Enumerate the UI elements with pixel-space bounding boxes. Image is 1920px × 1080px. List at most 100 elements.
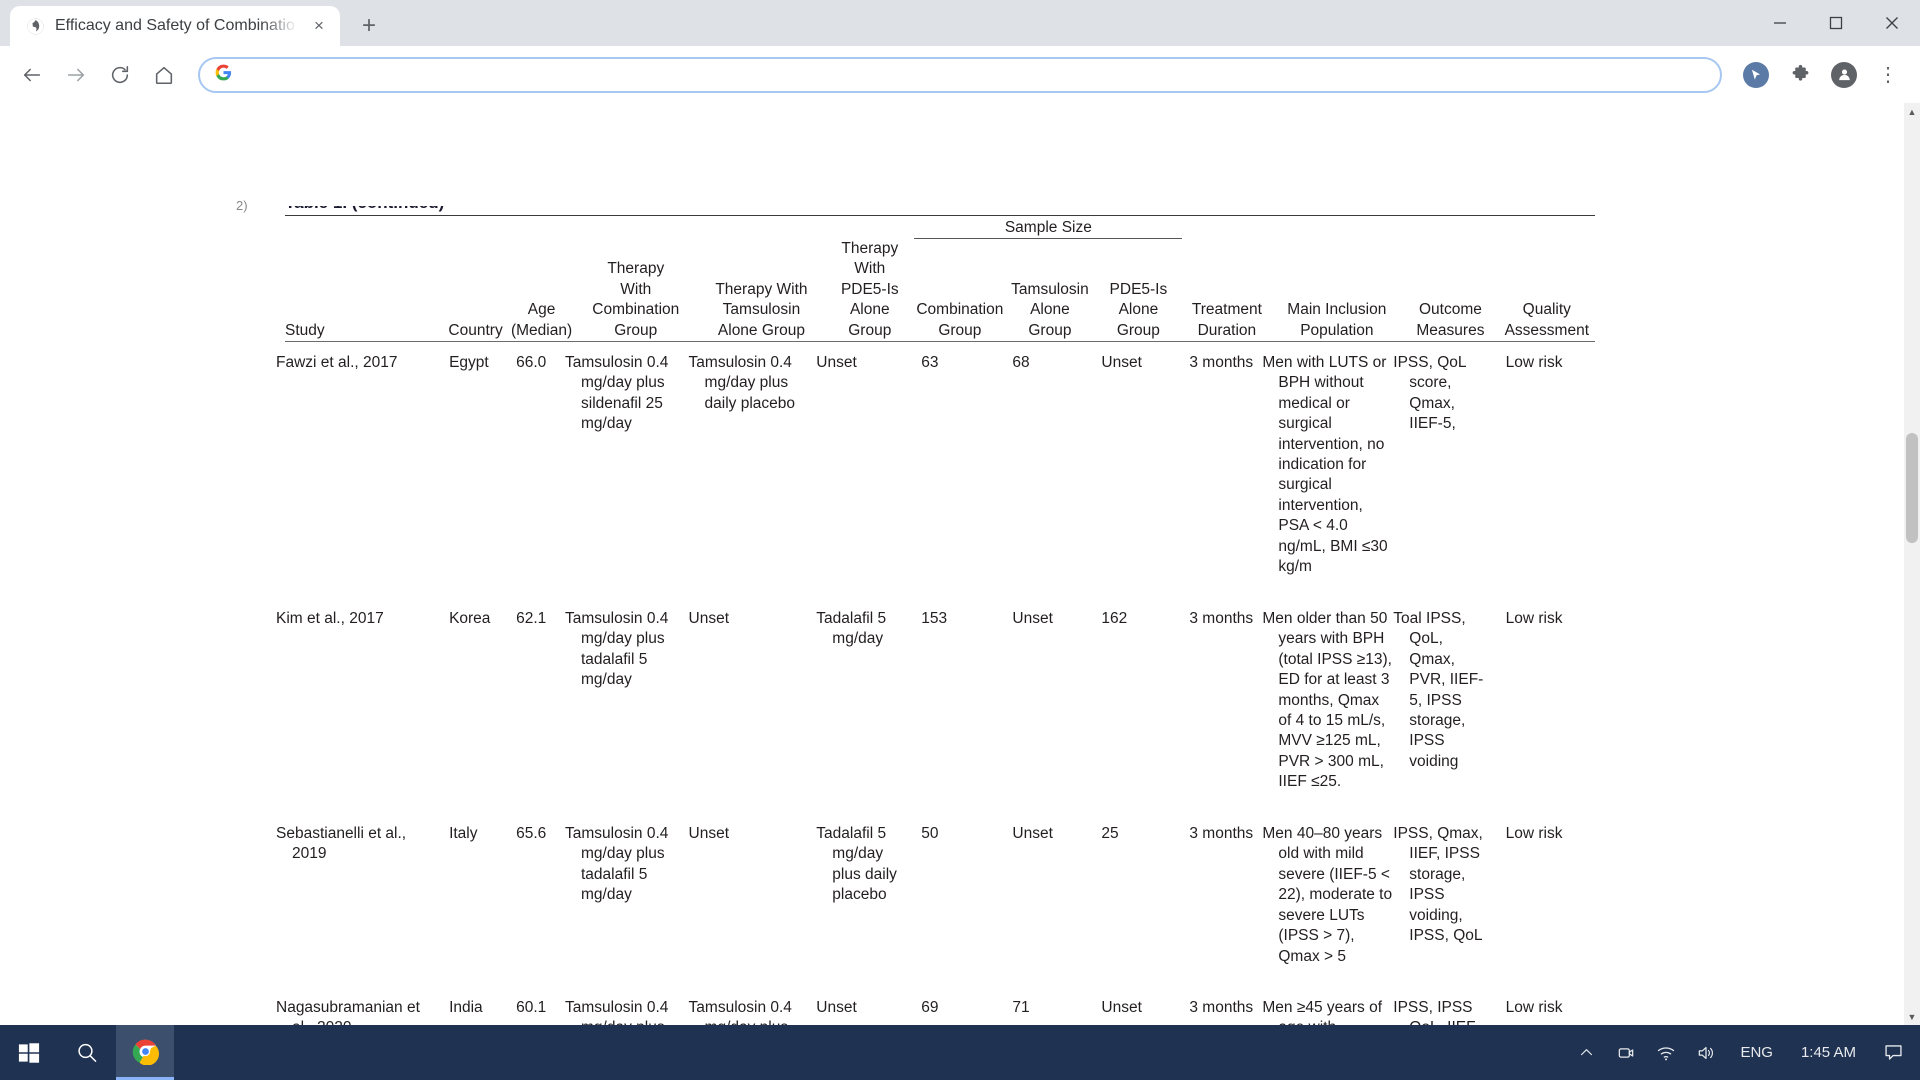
table-row: Sebastianelli et al., 2019 Italy 65.6 Tamsu…: [276, 815, 1595, 967]
header-quality-line1: Quality: [1522, 301, 1571, 319]
study-cell: Sebastianelli et al., 2019: [276, 824, 407, 863]
close-icon[interactable]: ×: [308, 15, 330, 37]
span-header-row: Sample Size: [285, 218, 1595, 239]
notification-icon[interactable]: [1870, 1025, 1916, 1080]
row-spacer-cell: [285, 578, 1595, 600]
header-tams-line3: Alone Group: [717, 321, 805, 339]
table-row: Kim et al., 2017 Korea 62.1 Tamsulosin 0.4 …: [276, 600, 1595, 793]
google-icon: [214, 63, 233, 87]
header-age-line2: (Median): [510, 321, 573, 339]
search-icon[interactable]: [58, 1025, 116, 1080]
browser-tab[interactable]: Efficacy and Safety of Combinatio ×: [10, 6, 340, 46]
sample-size-tamsulosin-cell: Unset: [1012, 609, 1053, 627]
quality-assessment-cell: Low risk: [1505, 824, 1563, 842]
scroll-down-icon[interactable]: ▼: [1904, 1008, 1920, 1025]
windows-logo-icon[interactable]: [0, 1025, 58, 1080]
header-inclusion-line2: Population: [1300, 321, 1374, 339]
row-spacer: [285, 578, 1595, 600]
row-spacer: [285, 967, 1595, 989]
treatment-duration-cell: 3 months: [1189, 824, 1254, 842]
page-right-margin: [1728, 103, 1906, 1025]
sample-size-tamsulosin-cell: Unset: [1012, 824, 1053, 842]
treatment-duration-cell: 3 months: [1189, 353, 1254, 371]
row-spacer: [285, 793, 1595, 815]
tab-title: Efficacy and Safety of Combinatio: [55, 17, 295, 34]
country-cell: India: [449, 998, 483, 1016]
treatment-duration-cell: 3 months: [1189, 609, 1254, 627]
main-inclusion-cell: Men ≥45 years of age with moderate LUTs,…: [1262, 998, 1383, 1025]
study-cell: Fawzi et al., 2017: [276, 353, 398, 371]
header-quality-assessment: Quality Assessment: [1499, 239, 1595, 342]
close-window-icon[interactable]: [1864, 0, 1920, 46]
header-ss-tams-line1: Tamsulosin: [1011, 280, 1089, 298]
cursor-icon[interactable]: [1736, 55, 1776, 95]
header-pde5-line5: Group: [848, 321, 892, 339]
header-country: Country: [442, 239, 509, 342]
vertical-scrollbar[interactable]: ▲ ▼: [1904, 103, 1920, 1025]
country-cell: Korea: [449, 609, 491, 627]
therapy-combination-cell: Tamsulosin 0.4 mg/day plus sildenafil 25…: [565, 353, 669, 433]
sample-size-combination-cell: 153: [921, 609, 948, 627]
camera-icon[interactable]: [1606, 1025, 1646, 1080]
profile-icon[interactable]: [1824, 55, 1864, 95]
outcome-measures-cell: IPSS, IPSS QoL, IIEF, Peak flow, PVR: [1393, 998, 1478, 1025]
header-therapy-pde5: Therapy With PDE5-Is Alone Group: [825, 239, 914, 342]
minimize-icon[interactable]: [1752, 0, 1808, 46]
sample-size-combination-cell: 63: [921, 353, 939, 371]
outcome-measures-cell: IPSS, Qmax, IIEF, IPSS storage, IPSS voi…: [1393, 824, 1483, 945]
header-duration-line1: Treatment: [1191, 301, 1262, 319]
header-ss-combination: Combination Group: [914, 239, 1005, 342]
menu-icon[interactable]: ⋮: [1868, 55, 1908, 95]
language-indicator[interactable]: ENG: [1726, 1025, 1787, 1080]
table-row: Nagasubramanian et al., 2020India60.1Tam…: [276, 989, 1595, 1025]
new-tab-button[interactable]: +: [352, 9, 386, 43]
header-inclusion-line1: Main Inclusion: [1287, 301, 1387, 319]
age-cell: 66.0: [516, 353, 547, 371]
clock[interactable]: 1:45 AM: [1787, 1025, 1870, 1080]
header-combo-line4: Group: [614, 321, 658, 339]
table-body: Fawzi et al., 2017 Egypt 66.0 Tamsulosin 0.…: [276, 344, 1595, 1025]
header-pde5-line2: With: [854, 260, 886, 278]
therapy-tamsulosin-cell: Unset: [688, 824, 730, 842]
row-spacer-cell: [285, 967, 1595, 989]
header-ss-tamsulosin: Tamsulosin Alone Group: [1005, 239, 1094, 342]
browser-toolbar: ⋮: [0, 46, 1920, 103]
scroll-up-icon[interactable]: ▲: [1904, 103, 1920, 120]
forward-icon[interactable]: [56, 55, 96, 95]
reload-icon[interactable]: [100, 55, 140, 95]
header-therapy-tamsulosin: Therapy With Tamsulosin Alone Group: [698, 239, 826, 342]
scrollbar-thumb[interactable]: [1906, 433, 1918, 543]
therapy-combination-cell: Tamsulosin 0.4 mg/day plus tadalafil 5 m…: [565, 824, 669, 904]
therapy-tamsulosin-cell: Unset: [688, 609, 730, 627]
therapy-pde5-cell: Tadalafil 5 mg/day plus daily placebo: [816, 824, 897, 904]
study-cell: Nagasubramanian et al., 2020: [276, 998, 420, 1025]
table-header-row: Study Country Age (Median) Therapy With …: [285, 239, 1595, 342]
study-table: Sample Size Study Country Age (Median) T…: [276, 215, 1595, 1025]
tray-chevron-up-icon[interactable]: [1566, 1025, 1606, 1080]
maximize-icon[interactable]: [1808, 0, 1864, 46]
wifi-icon[interactable]: [1646, 1025, 1686, 1080]
main-inclusion-cell: Men older than 50 years with BPH (total …: [1262, 609, 1392, 791]
chrome-icon[interactable]: [116, 1025, 174, 1080]
address-bar[interactable]: [198, 56, 1722, 93]
header-ss-pde5-line3: Group: [1116, 321, 1160, 339]
header-ss-tams-line2: Alone: [1030, 301, 1070, 319]
header-combo-line1: Therapy: [607, 260, 665, 278]
therapy-combination-cell: Tamsulosin 0.4 mg/day plus tadalafil 5 m…: [565, 609, 669, 689]
header-quality-line2: Assessment: [1504, 321, 1589, 339]
header-age: Age (Median): [509, 239, 574, 342]
study-cell: Kim et al., 2017: [276, 609, 384, 627]
address-input[interactable]: [245, 66, 1706, 83]
speaker-icon[interactable]: [1686, 1025, 1726, 1080]
outcome-measures-cell: IPSS, QoL score, Qmax, IIEF-5,: [1393, 353, 1466, 433]
header-pde5-line4: Alone: [849, 301, 890, 319]
header-therapy-combination: Therapy With Combination Group: [574, 239, 698, 342]
header-age-line1: Age: [527, 301, 556, 319]
puzzle-icon[interactable]: [1780, 55, 1820, 95]
header-ss-combo-line1: Combination: [916, 301, 1004, 319]
header-ss-pde5-line1: PDE5-Is: [1109, 280, 1168, 298]
back-icon[interactable]: [12, 55, 52, 95]
header-outcome-measures: Outcome Measures: [1402, 239, 1498, 342]
home-icon[interactable]: [144, 55, 184, 95]
quality-assessment-cell: Low risk: [1505, 609, 1563, 627]
